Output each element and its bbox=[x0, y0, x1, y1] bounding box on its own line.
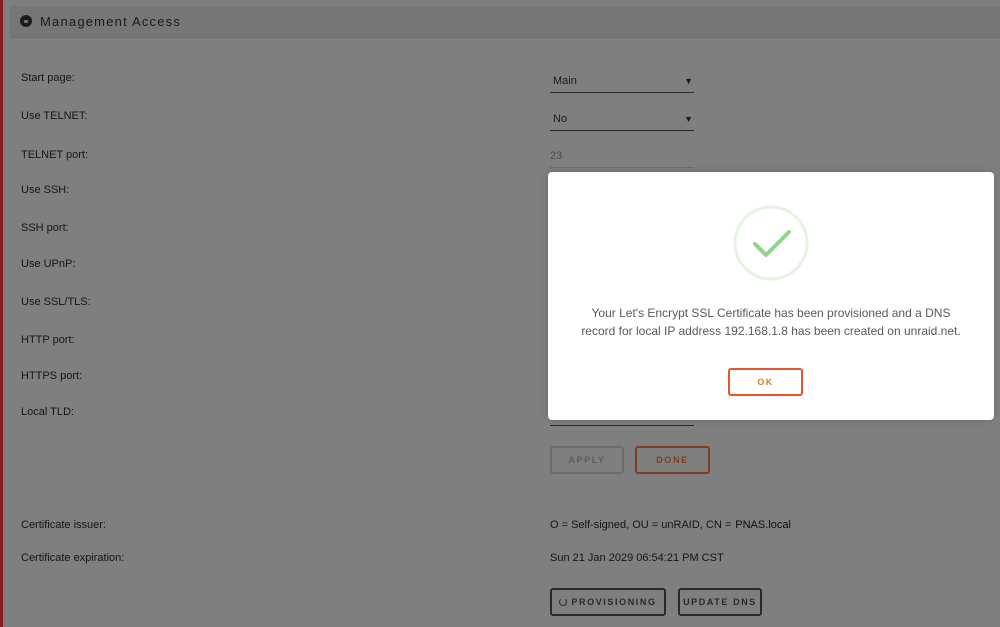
start-page-label: Start page: bbox=[21, 72, 75, 84]
local-tld-label: Local TLD: bbox=[21, 406, 74, 418]
dialog-message-line2: record for local IP address 192.168.1.8 … bbox=[581, 324, 961, 338]
caret-down-icon: ▼ bbox=[684, 76, 693, 86]
ssh-port-label: SSH port: bbox=[21, 222, 69, 234]
http-port-label: HTTP port: bbox=[21, 334, 75, 346]
ok-button[interactable]: OK bbox=[728, 368, 803, 396]
use-telnet-label: Use TELNET: bbox=[21, 110, 88, 122]
certificate-issuer-value: O = Self-signed, OU = unRAID, CN = PNAS.l… bbox=[550, 519, 791, 531]
use-telnet-value: No bbox=[553, 113, 568, 125]
issuer-text: O = Self-signed, OU = unRAID, CN = bbox=[550, 519, 732, 531]
caret-down-icon: ▼ bbox=[684, 114, 693, 124]
provisioning-button[interactable]: PROVISIONING bbox=[550, 588, 666, 616]
dialog-message-line1: Your Let's Encrypt SSL Certificate has b… bbox=[591, 306, 951, 320]
certificate-expiration-value: Sun 21 Jan 2029 06:54:21 PM CST bbox=[550, 552, 724, 564]
certificate-issuer-label: Certificate issuer: bbox=[21, 519, 106, 531]
lock-icon bbox=[20, 15, 32, 27]
use-telnet-select[interactable]: No ▼ bbox=[550, 111, 694, 131]
apply-button[interactable]: APPLY bbox=[550, 446, 624, 474]
section-title: Management Access bbox=[40, 14, 182, 29]
update-dns-button[interactable]: UPDATE DNS bbox=[678, 588, 762, 616]
local-tld-input[interactable] bbox=[550, 425, 694, 426]
section-header: Management Access bbox=[10, 6, 1000, 38]
checkmark-icon bbox=[733, 205, 809, 281]
done-button[interactable]: DONE bbox=[635, 446, 710, 474]
start-page-select[interactable]: Main ▼ bbox=[550, 73, 694, 93]
dialog-message: Your Let's Encrypt SSL Certificate has b… bbox=[548, 304, 994, 340]
provisioning-label: PROVISIONING bbox=[571, 597, 657, 607]
telnet-port-label: TELNET port: bbox=[21, 149, 89, 161]
telnet-port-input[interactable]: 23 bbox=[550, 148, 694, 168]
issuer-cn: PNAS.local bbox=[735, 519, 791, 531]
left-edge-accent bbox=[0, 0, 3, 627]
spinner-icon bbox=[559, 598, 568, 606]
use-ssl-label: Use SSL/TLS: bbox=[21, 296, 91, 308]
success-dialog: Your Let's Encrypt SSL Certificate has b… bbox=[548, 172, 994, 420]
https-port-label: HTTPS port: bbox=[21, 370, 83, 382]
use-ssh-label: Use SSH: bbox=[21, 184, 70, 196]
use-upnp-label: Use UPnP: bbox=[21, 258, 76, 270]
start-page-value: Main bbox=[553, 75, 577, 87]
certificate-expiration-label: Certificate expiration: bbox=[21, 552, 125, 564]
